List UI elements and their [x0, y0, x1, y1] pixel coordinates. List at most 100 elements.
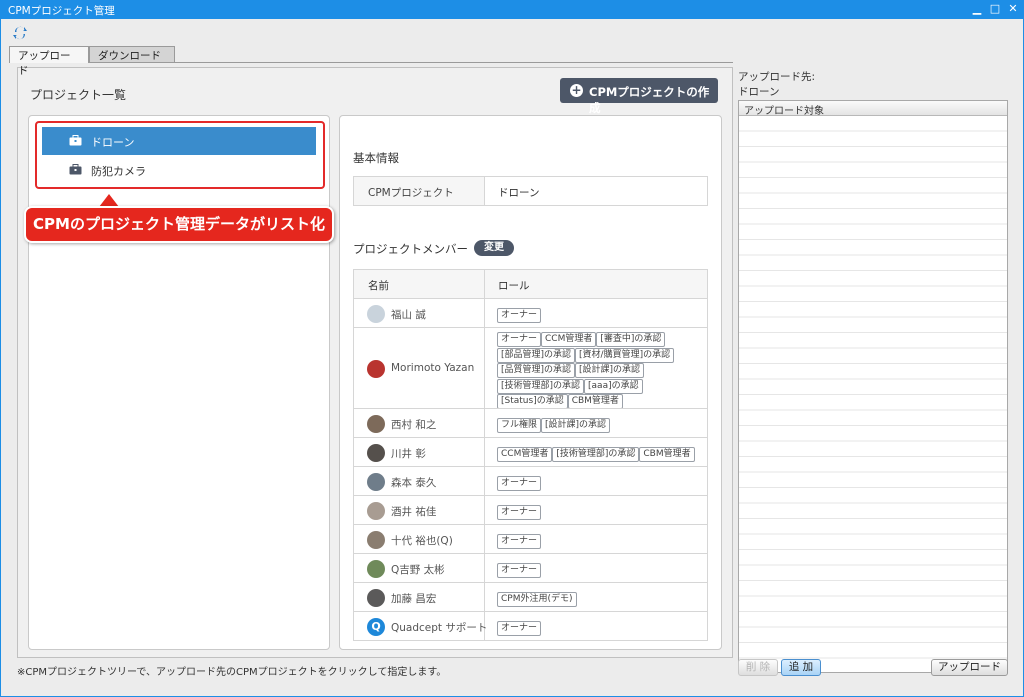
- member-roles: CCM管理者 [技術管理部]の承認 CBM管理者: [497, 446, 707, 462]
- project-list: ドローン 防犯カメラ: [28, 115, 330, 650]
- role-line: CPM外注用(デモ): [497, 591, 707, 607]
- member-name-cell: Q Quadcept サポート: [354, 612, 488, 640]
- upload-panel: プロジェクト一覧 + CPMプロジェクトの作成 ドローン 防犯カメラ CPMのプ…: [17, 67, 733, 658]
- role-line: [Status]の承認 CBM管理者: [497, 393, 707, 409]
- tab-upload[interactable]: アップロード: [9, 46, 89, 77]
- role-tag: [資材/購買管理]の承認: [575, 347, 675, 363]
- create-project-button[interactable]: + CPMプロジェクトの作成: [560, 78, 718, 115]
- delete-button[interactable]: 削 除: [738, 659, 778, 676]
- role-tag: オーナー: [497, 332, 542, 347]
- role-tag: オーナー: [497, 620, 542, 636]
- upload-button[interactable]: アップロード: [931, 659, 1008, 676]
- role-line: フル権限 [設計課]の承認: [497, 417, 707, 433]
- member-roles: CPM外注用(デモ): [497, 591, 707, 607]
- member-row: 十代 裕也(Q) オーナー: [354, 524, 707, 553]
- role-tag: [品質管理]の承認: [497, 363, 576, 378]
- member-name: 森本 泰久: [391, 477, 437, 489]
- member-name-cell: 川井 彰: [354, 438, 485, 466]
- role-line: オーナー: [497, 504, 707, 520]
- member-name-cell: Morimoto Yazan: [354, 328, 485, 408]
- member-roles: オーナー: [497, 504, 707, 520]
- member-row: 酒井 祐佳 オーナー: [354, 495, 707, 524]
- member-roles: オーナー: [497, 562, 707, 578]
- role-tag: オーナー: [497, 475, 542, 491]
- refresh-icon[interactable]: [12, 25, 28, 41]
- member-roles: オーナー: [497, 620, 707, 636]
- member-row: Q吉野 太彬 オーナー: [354, 553, 707, 582]
- basic-info-title: 基本情報: [353, 151, 399, 165]
- avatar: [367, 472, 385, 491]
- role-line: オーナー: [497, 562, 707, 578]
- member-row: 西村 和之 フル権限 [設計課]の承認: [354, 408, 707, 437]
- member-roles: オーナー: [497, 475, 707, 491]
- role-tag: [部品管理]の承認: [497, 347, 576, 363]
- avatar: [367, 414, 385, 433]
- role-tag: [設計課]の承認: [541, 417, 611, 433]
- role-line: [部品管理]の承認 [資材/購買管理]の承認: [497, 347, 707, 363]
- role-tag: [設計課]の承認: [575, 363, 645, 378]
- cpm-project-value: ドローン: [498, 187, 540, 199]
- role-tag: CCM管理者: [497, 446, 553, 462]
- role-tag: [Status]の承認: [497, 394, 568, 409]
- avatar: [367, 501, 385, 520]
- change-members-button[interactable]: 変更: [474, 240, 514, 256]
- member-roles: フル権限 [設計課]の承認: [497, 417, 707, 433]
- role-line: オーナー CCM管理者 [審査中]の承認: [497, 331, 707, 347]
- role-tag: [aaa]の承認: [584, 378, 643, 394]
- tab-download[interactable]: ダウンロード: [89, 46, 175, 62]
- footnote: ※CPMプロジェクトツリーで、アップロード先のCPMプロジェクトをクリックして指…: [17, 667, 447, 678]
- basic-info-table: CPMプロジェクト ドローン: [353, 176, 708, 206]
- upload-target-list[interactable]: アップロード対象: [738, 100, 1008, 673]
- role-tag: [審査中]の承認: [596, 332, 666, 347]
- members-header-row: 名前 ロール: [354, 270, 707, 298]
- member-name: Q吉野 太彬: [391, 564, 445, 576]
- project-detail-panel: 基本情報 CPMプロジェクト ドローン プロジェクトメンバー 変更 名前 ロール…: [339, 115, 722, 650]
- avatar: [367, 359, 385, 378]
- role-tag: CCM管理者: [541, 332, 597, 347]
- member-name: 川井 彰: [391, 448, 426, 460]
- member-name-cell: 酒井 祐佳: [354, 496, 485, 524]
- role-tag: CBM管理者: [567, 394, 623, 409]
- member-name-cell: 福山 誠: [354, 299, 485, 327]
- member-name-cell: 十代 裕也(Q): [354, 525, 485, 553]
- highlight-frame: [35, 121, 325, 189]
- close-button[interactable]: ✕: [1006, 3, 1020, 15]
- minimize-button[interactable]: ▁: [970, 3, 984, 15]
- role-line: オーナー: [497, 475, 707, 491]
- member-roles: オーナー CCM管理者 [審査中]の承認 [部品管理]の承認 [資材/購買管理]の承認[…: [497, 331, 707, 409]
- annotation-callout: CPMのプロジェクト管理データがリスト化: [24, 206, 334, 243]
- role-tag: CPM外注用(デモ): [497, 591, 577, 607]
- members-table: 名前 ロール 福山 誠オーナー Morimoto Yazan オーナー CCM管理者[…: [353, 269, 708, 641]
- member-name: 十代 裕也(Q): [391, 535, 453, 547]
- role-tag: オーナー: [497, 562, 542, 578]
- member-name: 西村 和之: [391, 419, 437, 431]
- role-line: オーナー: [497, 533, 707, 549]
- cpm-project-key: CPMプロジェクト: [354, 177, 485, 205]
- member-name: 加藤 昌宏: [391, 593, 437, 605]
- member-name-cell: 加藤 昌宏: [354, 583, 485, 611]
- member-row: 森本 泰久 オーナー: [354, 466, 707, 495]
- upload-dest-value: ドローン: [738, 86, 780, 98]
- maximize-button[interactable]: □: [988, 3, 1002, 15]
- quadcept-logo-icon: Q: [367, 617, 385, 636]
- member-name: Morimoto Yazan: [391, 362, 475, 374]
- member-name-cell: 西村 和之: [354, 409, 485, 437]
- role-line: オーナー: [497, 307, 707, 323]
- member-row: 福山 誠 オーナー: [354, 298, 707, 327]
- member-row: Morimoto Yazan オーナー CCM管理者 [審査中]の承認 [部品管理]の承…: [354, 327, 707, 409]
- role-tag: [技術管理部]の承認: [552, 446, 640, 462]
- member-roles: オーナー: [497, 307, 707, 323]
- members-title: プロジェクトメンバー: [353, 242, 468, 256]
- avatar: [367, 559, 385, 578]
- member-row: Q Quadcept サポート オーナー: [354, 611, 707, 640]
- role-tag: オーナー: [497, 504, 542, 520]
- role-line: [品質管理]の承認 [設計課]の承認: [497, 362, 707, 378]
- member-row: 加藤 昌宏 CPM外注用(デモ): [354, 582, 707, 611]
- role-line: [技術管理部]の承認 [aaa]の承認: [497, 378, 707, 394]
- role-tag: オーナー: [497, 307, 542, 323]
- role-tag: オーナー: [497, 533, 542, 549]
- role-tag: フル権限: [497, 417, 542, 433]
- add-button[interactable]: 追 加: [781, 659, 821, 676]
- member-name-cell: 森本 泰久: [354, 467, 485, 495]
- member-name: Quadcept サポート: [391, 622, 488, 634]
